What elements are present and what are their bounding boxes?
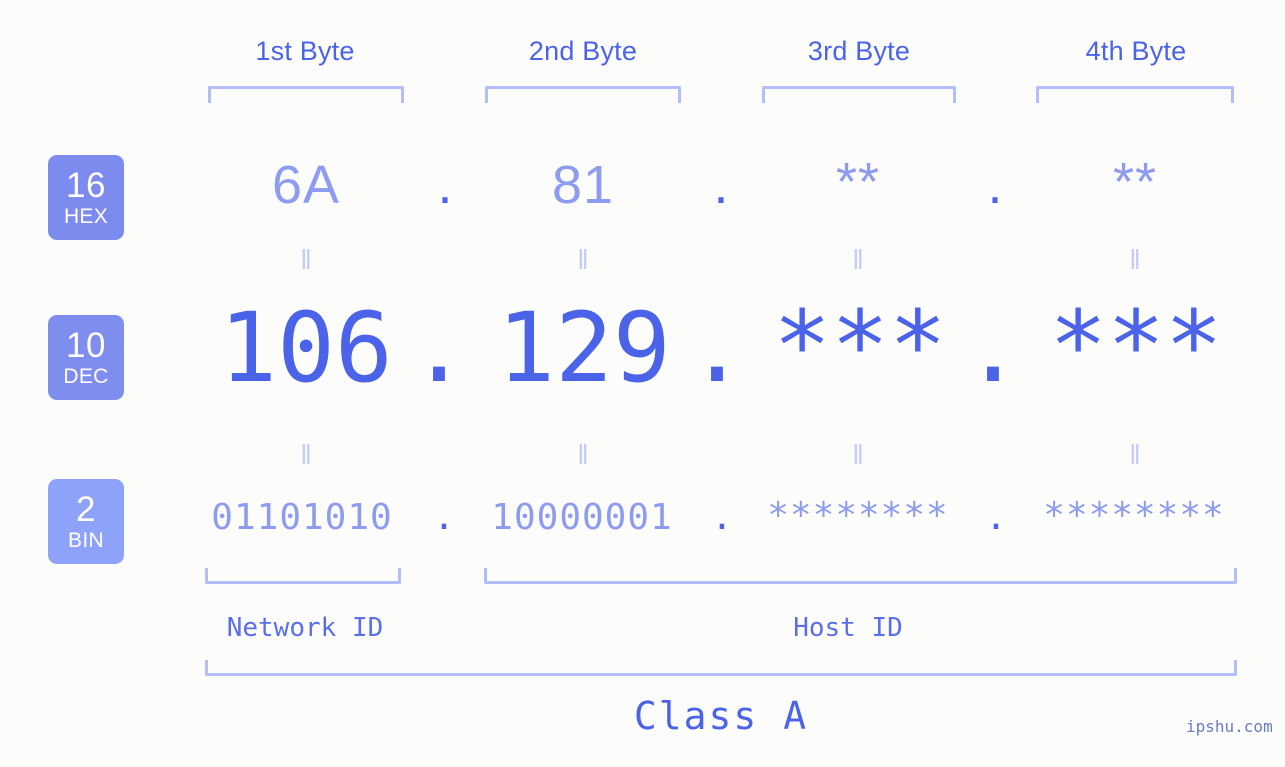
base-badge-dec: 10 DEC	[48, 315, 124, 400]
host-id-label: Host ID	[793, 613, 903, 643]
base-badge-dec-label: DEC	[63, 365, 109, 388]
byte-bracket-1	[208, 86, 404, 103]
base-badge-hex-number: 16	[66, 166, 106, 205]
host-id-bracket	[484, 568, 1237, 584]
base-badge-bin: 2 BIN	[48, 479, 124, 564]
equals-connector-decbin-1: ‖	[300, 439, 312, 470]
equals-connector-decbin-3: ‖	[852, 439, 864, 470]
network-id-label: Network ID	[226, 613, 384, 643]
dec-byte-1: 106	[219, 292, 393, 404]
base-badge-hex-label: HEX	[63, 205, 109, 228]
hex-separator-2: .	[713, 155, 729, 215]
base-badge-hex: 16 HEX	[48, 155, 124, 240]
bin-byte-2: 10000001	[491, 497, 673, 538]
equals-connector-hexdec-3: ‖	[852, 244, 864, 275]
dec-separator-2: .	[688, 292, 746, 404]
dec-byte-2: 129	[497, 292, 671, 404]
equals-connector-decbin-2: ‖	[577, 439, 589, 470]
equals-connector-hexdec-1: ‖	[300, 244, 312, 275]
class-bracket	[205, 660, 1237, 676]
hex-byte-3: **	[835, 152, 881, 212]
bin-separator-1: .	[433, 497, 455, 538]
dec-separator-3: .	[964, 292, 1022, 404]
base-badge-bin-number: 2	[76, 490, 96, 529]
bin-byte-4: ********	[1043, 495, 1225, 536]
byte-bracket-2	[485, 86, 681, 103]
byte-header-2: 2nd Byte	[528, 36, 638, 66]
hex-byte-1: 6A	[271, 155, 341, 215]
byte-header-1: 1st Byte	[255, 36, 355, 66]
equals-connector-decbin-4: ‖	[1129, 439, 1141, 470]
ip-byte-diagram: 1st Byte 2nd Byte 3rd Byte 4th Byte 16 H…	[0, 0, 1285, 767]
bin-separator-2: .	[711, 497, 733, 538]
hex-byte-4: **	[1112, 152, 1158, 212]
hex-separator-1: .	[437, 155, 453, 215]
base-badge-bin-label: BIN	[68, 529, 104, 552]
bin-byte-1: 01101010	[211, 497, 393, 538]
equals-connector-hexdec-2: ‖	[577, 244, 589, 275]
byte-header-3: 3rd Byte	[807, 36, 911, 66]
dec-separator-1: .	[410, 292, 468, 404]
hex-byte-2: 81	[551, 155, 615, 215]
dec-byte-3: ***	[773, 290, 947, 402]
hex-separator-3: .	[987, 155, 1003, 215]
byte-header-4: 4th Byte	[1085, 36, 1187, 66]
equals-connector-hexdec-4: ‖	[1129, 244, 1141, 275]
watermark-ipshu: ipshu.com	[1186, 717, 1273, 736]
byte-bracket-4	[1036, 86, 1234, 103]
byte-bracket-3	[762, 86, 956, 103]
network-id-bracket	[205, 568, 401, 584]
class-label: Class A	[633, 694, 809, 738]
base-badge-dec-number: 10	[66, 326, 106, 365]
bin-byte-3: ********	[767, 495, 949, 536]
bin-separator-3: .	[985, 497, 1007, 538]
dec-byte-4: ***	[1049, 290, 1223, 402]
